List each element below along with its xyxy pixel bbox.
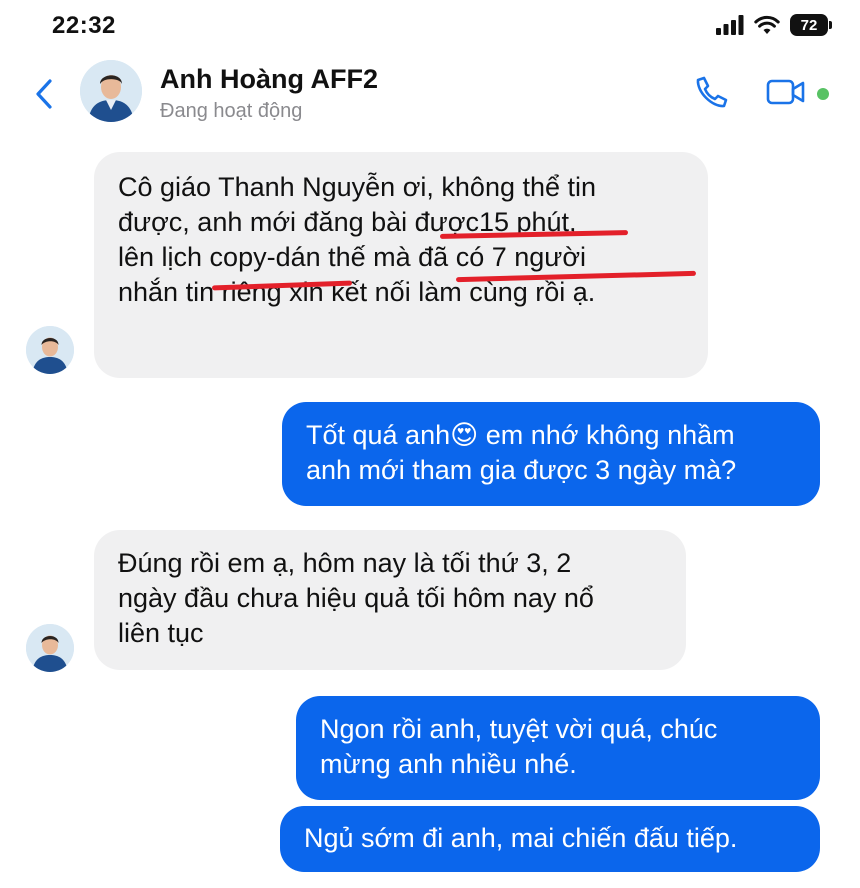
- message-incoming[interactable]: Cô giáo Thanh Nguyễn ơi, không thể tin đ…: [94, 152, 708, 378]
- wifi-icon: [754, 15, 780, 34]
- message-outgoing[interactable]: Ngon rồi anh, tuyệt vời quá, chúc mừng a…: [296, 696, 820, 800]
- message-text: Tốt quá anh😍 em nhớ không nhầm anh mới t…: [306, 420, 737, 485]
- phone-icon: [696, 76, 728, 108]
- sender-avatar[interactable]: [26, 326, 74, 374]
- signal-icon: [716, 15, 744, 35]
- online-indicator: [817, 88, 829, 100]
- sender-avatar[interactable]: [26, 624, 74, 672]
- message-text: Đúng rồi em ạ, hôm nay là tối thứ 3, 2 n…: [118, 548, 594, 648]
- status-icons: 72: [716, 14, 832, 36]
- video-call-button[interactable]: [764, 74, 808, 110]
- voice-call-button[interactable]: [692, 72, 732, 112]
- contact-name[interactable]: Anh Hoàng AFF2: [160, 64, 378, 95]
- contact-avatar[interactable]: [80, 60, 142, 122]
- message-outgoing[interactable]: Ngủ sớm đi anh, mai chiến đấu tiếp.: [280, 806, 820, 872]
- back-button[interactable]: [28, 74, 60, 114]
- message-text: Ngon rồi anh, tuyệt vời quá, chúc mừng a…: [320, 714, 718, 779]
- message-outgoing[interactable]: Tốt quá anh😍 em nhớ không nhầm anh mới t…: [282, 402, 820, 506]
- status-time: 22:32: [52, 12, 116, 39]
- back-chevron-icon: [36, 79, 52, 109]
- message-text: Ngủ sớm đi anh, mai chiến đấu tiếp.: [304, 823, 738, 853]
- message-incoming[interactable]: Đúng rồi em ạ, hôm nay là tối thứ 3, 2 n…: [94, 530, 686, 670]
- chat-header: Anh Hoàng AFF2 Đang hoạt động: [0, 52, 860, 138]
- status-bar: 22:32 72: [0, 0, 860, 52]
- message-text: Cô giáo Thanh Nguyễn ơi, không thể tin đ…: [118, 172, 597, 307]
- battery-icon: 72: [790, 14, 832, 36]
- video-camera-icon: [766, 79, 805, 105]
- contact-status: Đang hoạt động: [160, 100, 303, 122]
- battery-level: 72: [800, 16, 818, 34]
